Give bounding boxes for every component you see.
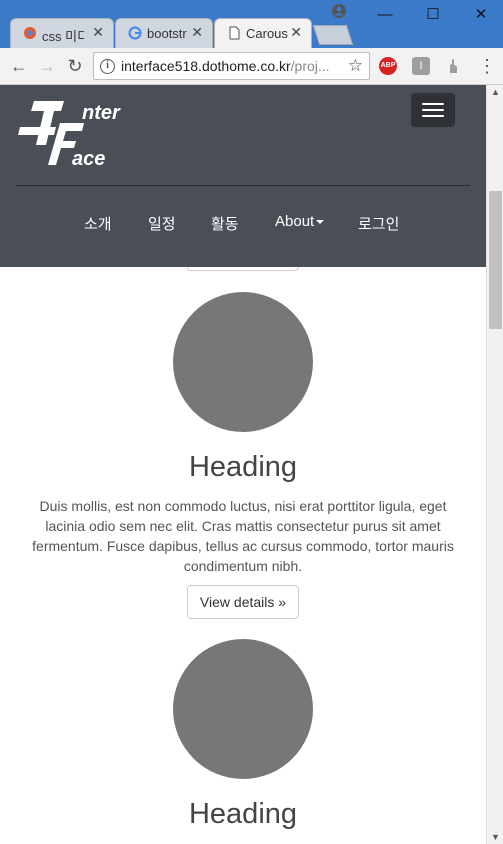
window-close-button[interactable]: ✕: [466, 4, 496, 26]
browser-tab-strip: css 미디 ✕ bootstr ✕ Carous ✕ — ☐ ✕: [0, 0, 503, 48]
nav-link-activities[interactable]: 활동: [211, 213, 239, 234]
maximize-button[interactable]: ☐: [418, 4, 448, 26]
url-text[interactable]: interface518.dothome.co.kr/proj...: [121, 58, 341, 74]
chrome-extension-icon: [24, 27, 36, 39]
scroll-up-arrow-icon[interactable]: ▲: [491, 87, 500, 97]
profile-icon[interactable]: [331, 3, 347, 19]
close-icon[interactable]: ✕: [92, 24, 104, 41]
google-g-icon: [128, 26, 142, 40]
hamburger-menu-button[interactable]: [411, 93, 455, 127]
info-icon[interactable]: i: [100, 59, 115, 74]
nav-link-about[interactable]: About: [275, 213, 325, 230]
back-arrow-icon[interactable]: ←: [9, 56, 29, 76]
extension-hand-icon[interactable]: [444, 57, 462, 75]
nav-link-intro[interactable]: 소개: [84, 213, 112, 234]
reload-icon[interactable]: ↻: [65, 56, 85, 76]
caret-down-icon: [316, 220, 325, 225]
address-bar[interactable]: i interface518.dothome.co.kr/proj... ☆: [93, 52, 370, 80]
view-details-button[interactable]: View details »: [187, 585, 299, 619]
new-tab-button[interactable]: [312, 25, 354, 45]
feature-text: Duis mollis, est non commodo luctus, nis…: [32, 498, 454, 574]
nav-links: 소개 일정 활동 About 로그인: [0, 213, 486, 237]
minimize-button[interactable]: —: [370, 4, 400, 26]
feature-image-circle: [173, 292, 313, 432]
navbar-divider: [16, 185, 470, 186]
interface-logo[interactable]: nter ace: [16, 93, 140, 173]
logo-text-bottom: ace: [72, 148, 105, 170]
nav-link-schedule[interactable]: 일정: [148, 213, 176, 234]
tab-title: css 미디: [42, 29, 84, 44]
feature-image-circle: [173, 639, 313, 779]
adblock-icon[interactable]: ABP: [379, 57, 397, 75]
page-viewport: Heading Duis mollis, est non commodo luc…: [0, 85, 486, 844]
close-icon[interactable]: ✕: [290, 24, 302, 41]
browser-tab-3-active[interactable]: Carous ✕: [214, 18, 312, 48]
browser-tab-1[interactable]: css 미디 ✕: [10, 18, 114, 48]
nav-link-login[interactable]: 로그인: [358, 213, 399, 234]
tab-title: bootstr: [147, 26, 187, 41]
logo-text-top: nter: [82, 102, 121, 124]
forward-arrow-icon[interactable]: →: [37, 56, 57, 76]
close-icon[interactable]: ✕: [191, 24, 203, 41]
page-icon: [229, 26, 240, 40]
page-scrollbar[interactable]: ▲ ▼: [486, 85, 503, 844]
bookmark-star-icon[interactable]: ☆: [348, 56, 363, 76]
browser-tab-2[interactable]: bootstr ✕: [115, 18, 213, 48]
kebab-menu-icon[interactable]: ⋮: [478, 56, 496, 76]
tab-title: Carous: [246, 26, 288, 41]
extension-icon[interactable]: I: [412, 57, 430, 75]
feature-heading: Heading: [188, 451, 298, 483]
browser-toolbar: ← → ↻ i interface518.dothome.co.kr/proj.…: [0, 48, 503, 85]
feature-heading: Heading: [188, 798, 298, 830]
scroll-down-arrow-icon[interactable]: ▼: [491, 832, 500, 842]
site-navbar: nter ace 소개 일정 활동 About 로그인: [0, 85, 486, 267]
scrollbar-thumb[interactable]: [489, 191, 502, 329]
